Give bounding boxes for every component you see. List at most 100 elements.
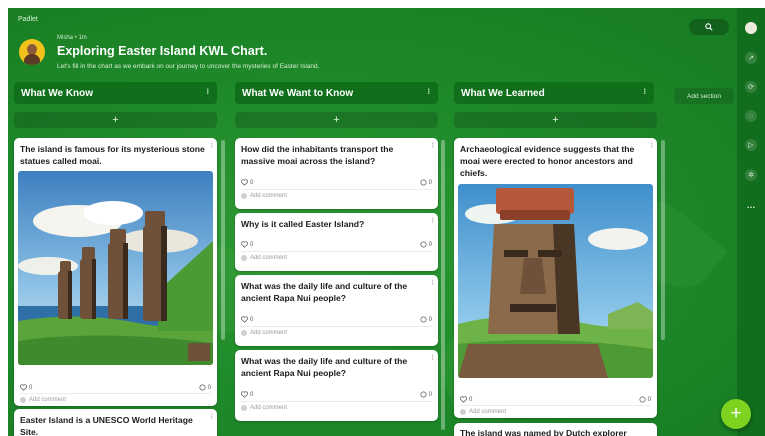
post-card[interactable]: The island is famous for its mysterious …: [14, 138, 217, 406]
heart-icon: [241, 391, 248, 398]
section-header-learned[interactable]: What We Learned ⁝: [454, 82, 654, 104]
heart-icon: [460, 396, 467, 403]
commenter-avatar: [241, 330, 247, 336]
heart-icon: [241, 316, 248, 323]
padlet-board: Padlet Misha • 1m Exploring Easter Islan…: [8, 8, 765, 436]
add-comment-label: Add comment: [29, 397, 67, 403]
comment-icon: [420, 241, 427, 248]
section-header-want[interactable]: What We Want to Know ⁝: [235, 82, 438, 104]
post-card[interactable]: What was the daily life and culture of t…: [235, 275, 438, 346]
add-comment-field[interactable]: Add comment: [241, 330, 287, 336]
post-text: Easter Island is a UNESCO World Heritage…: [20, 415, 193, 436]
comment-count-button[interactable]: 0: [420, 391, 432, 398]
column-scrollbar[interactable]: [221, 140, 225, 340]
add-comment-label: Add comment: [250, 255, 288, 261]
divider: [241, 401, 432, 402]
post-text: The island is famous for its mysterious …: [20, 144, 205, 166]
divider: [20, 393, 211, 394]
post-menu-icon[interactable]: ⁝: [431, 217, 434, 225]
like-button[interactable]: 0: [241, 391, 253, 398]
post-menu-icon[interactable]: ⁝: [431, 279, 434, 287]
slideshow-icon[interactable]: ▷: [745, 139, 757, 151]
like-button[interactable]: 0: [241, 179, 253, 186]
comment-count-button[interactable]: 0: [199, 384, 211, 391]
commenter-avatar: [241, 193, 247, 199]
like-button[interactable]: 0: [460, 396, 472, 403]
commenter-avatar: [241, 405, 247, 411]
post-card[interactable]: What was the daily life and culture of t…: [235, 350, 438, 421]
brand-logo[interactable]: Padlet: [18, 16, 38, 23]
remake-icon[interactable]: ⟳: [745, 81, 757, 93]
add-post-fab[interactable]: +: [721, 399, 751, 429]
post-menu-icon[interactable]: ⁝: [431, 354, 434, 362]
section-menu-icon[interactable]: ⁝: [643, 87, 646, 96]
avatar: [19, 39, 45, 65]
post-menu-icon[interactable]: ⁝: [210, 413, 213, 421]
add-post-button[interactable]: +: [454, 112, 657, 128]
section-menu-icon[interactable]: ⁝: [427, 87, 430, 96]
more-icon[interactable]: …: [745, 199, 757, 211]
add-comment-field[interactable]: Add comment: [241, 193, 287, 199]
column-scrollbar[interactable]: [441, 140, 445, 430]
post-card[interactable]: How did the inhabitants transport the ma…: [235, 138, 438, 209]
like-count: 0: [250, 316, 254, 323]
post-card[interactable]: Easter Island is a UNESCO World Heritage…: [14, 409, 217, 436]
like-count: 0: [250, 179, 254, 186]
post-text: What was the daily life and culture of t…: [241, 356, 408, 378]
comment-count: 0: [428, 241, 432, 248]
section-title: What We Know: [21, 87, 94, 99]
search-icon: [705, 23, 713, 31]
search-button[interactable]: [689, 19, 729, 35]
add-comment-field[interactable]: Add comment: [241, 255, 287, 261]
page-subtitle: Let's fill in the chart as we embark on …: [57, 63, 320, 70]
post-card[interactable]: The island was named by Dutch explorer: [454, 423, 657, 436]
divider: [241, 251, 432, 252]
chat-icon[interactable]: ◌: [745, 110, 757, 122]
heart-icon: [241, 241, 248, 248]
add-comment-label: Add comment: [250, 330, 288, 336]
like-button[interactable]: 0: [20, 384, 32, 391]
section-title: What We Learned: [461, 87, 545, 99]
divider: [241, 189, 432, 190]
comment-count: 0: [647, 396, 651, 403]
add-post-button[interactable]: +: [235, 112, 438, 128]
add-comment-field[interactable]: Add comment: [20, 397, 66, 403]
profile-icon[interactable]: ●: [745, 22, 757, 34]
author-meta: Misha • 1m: [57, 35, 87, 41]
comment-count-button[interactable]: 0: [420, 241, 432, 248]
comment-icon: [199, 384, 206, 391]
post-card[interactable]: Archaeological evidence suggests that th…: [454, 138, 657, 418]
like-count: 0: [29, 384, 33, 391]
comment-count: 0: [207, 384, 211, 391]
post-menu-icon[interactable]: ⁝: [431, 142, 434, 150]
add-comment-label: Add comment: [250, 405, 288, 411]
commenter-avatar: [460, 409, 466, 415]
add-post-button[interactable]: +: [14, 112, 217, 128]
add-comment-field[interactable]: Add comment: [460, 409, 506, 415]
comment-icon: [420, 179, 427, 186]
add-comment-field[interactable]: Add comment: [241, 405, 287, 411]
divider: [241, 326, 432, 327]
comment-count-button[interactable]: 0: [420, 179, 432, 186]
add-comment-label: Add comment: [250, 193, 288, 199]
section-header-know[interactable]: What We Know ⁝: [14, 82, 217, 104]
section-menu-icon[interactable]: ⁝: [206, 87, 209, 96]
like-button[interactable]: 0: [241, 241, 253, 248]
settings-icon[interactable]: ✲: [745, 169, 757, 181]
comment-count-button[interactable]: 0: [420, 316, 432, 323]
comment-count: 0: [428, 391, 432, 398]
post-menu-icon[interactable]: ⁝: [650, 142, 653, 150]
post-text: Why is it called Easter Island?: [241, 219, 365, 229]
post-card[interactable]: Why is it called Easter Island? ⁝ 0 0 Ad…: [235, 213, 438, 271]
post-text: Archaeological evidence suggests that th…: [460, 144, 635, 178]
moai-landscape-image: [18, 171, 213, 365]
comment-count-button[interactable]: 0: [639, 396, 651, 403]
add-section-button[interactable]: Add section: [674, 88, 734, 104]
post-menu-icon[interactable]: ⁝: [210, 142, 213, 150]
like-button[interactable]: 0: [241, 316, 253, 323]
column-scrollbar[interactable]: [661, 140, 665, 340]
section-title: What We Want to Know: [242, 87, 354, 99]
add-comment-label: Add comment: [469, 409, 507, 415]
post-text: How did the inhabitants transport the ma…: [241, 144, 394, 166]
share-icon[interactable]: ↗: [745, 52, 757, 64]
